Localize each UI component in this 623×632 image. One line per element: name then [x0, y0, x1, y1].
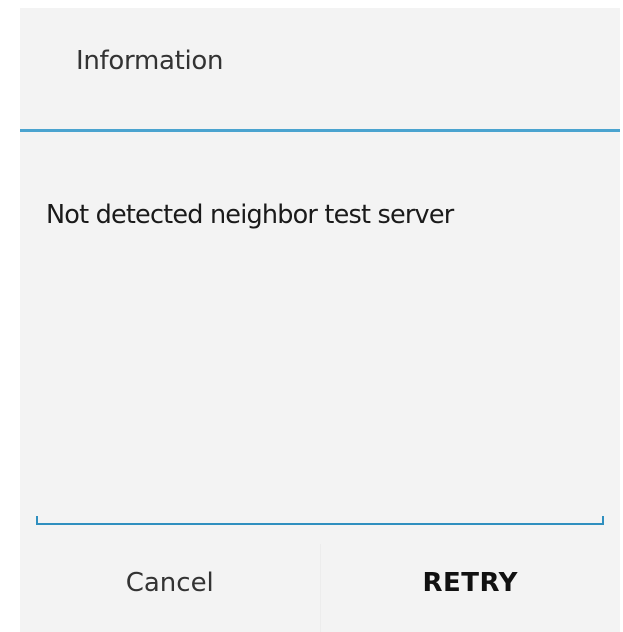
- retry-button[interactable]: RETRY: [321, 544, 621, 632]
- dialog-header: Information: [20, 8, 620, 129]
- dialog-body: Not detected neighbor test server: [20, 132, 620, 540]
- dialog-title: Information: [76, 46, 224, 76]
- dialog-message: Not detected neighbor test server: [46, 200, 454, 230]
- cancel-button[interactable]: Cancel: [20, 544, 321, 632]
- message-field-underline: [36, 516, 604, 525]
- information-dialog: Information Not detected neighbor test s…: [20, 8, 620, 632]
- dialog-button-bar: Cancel RETRY: [20, 544, 620, 632]
